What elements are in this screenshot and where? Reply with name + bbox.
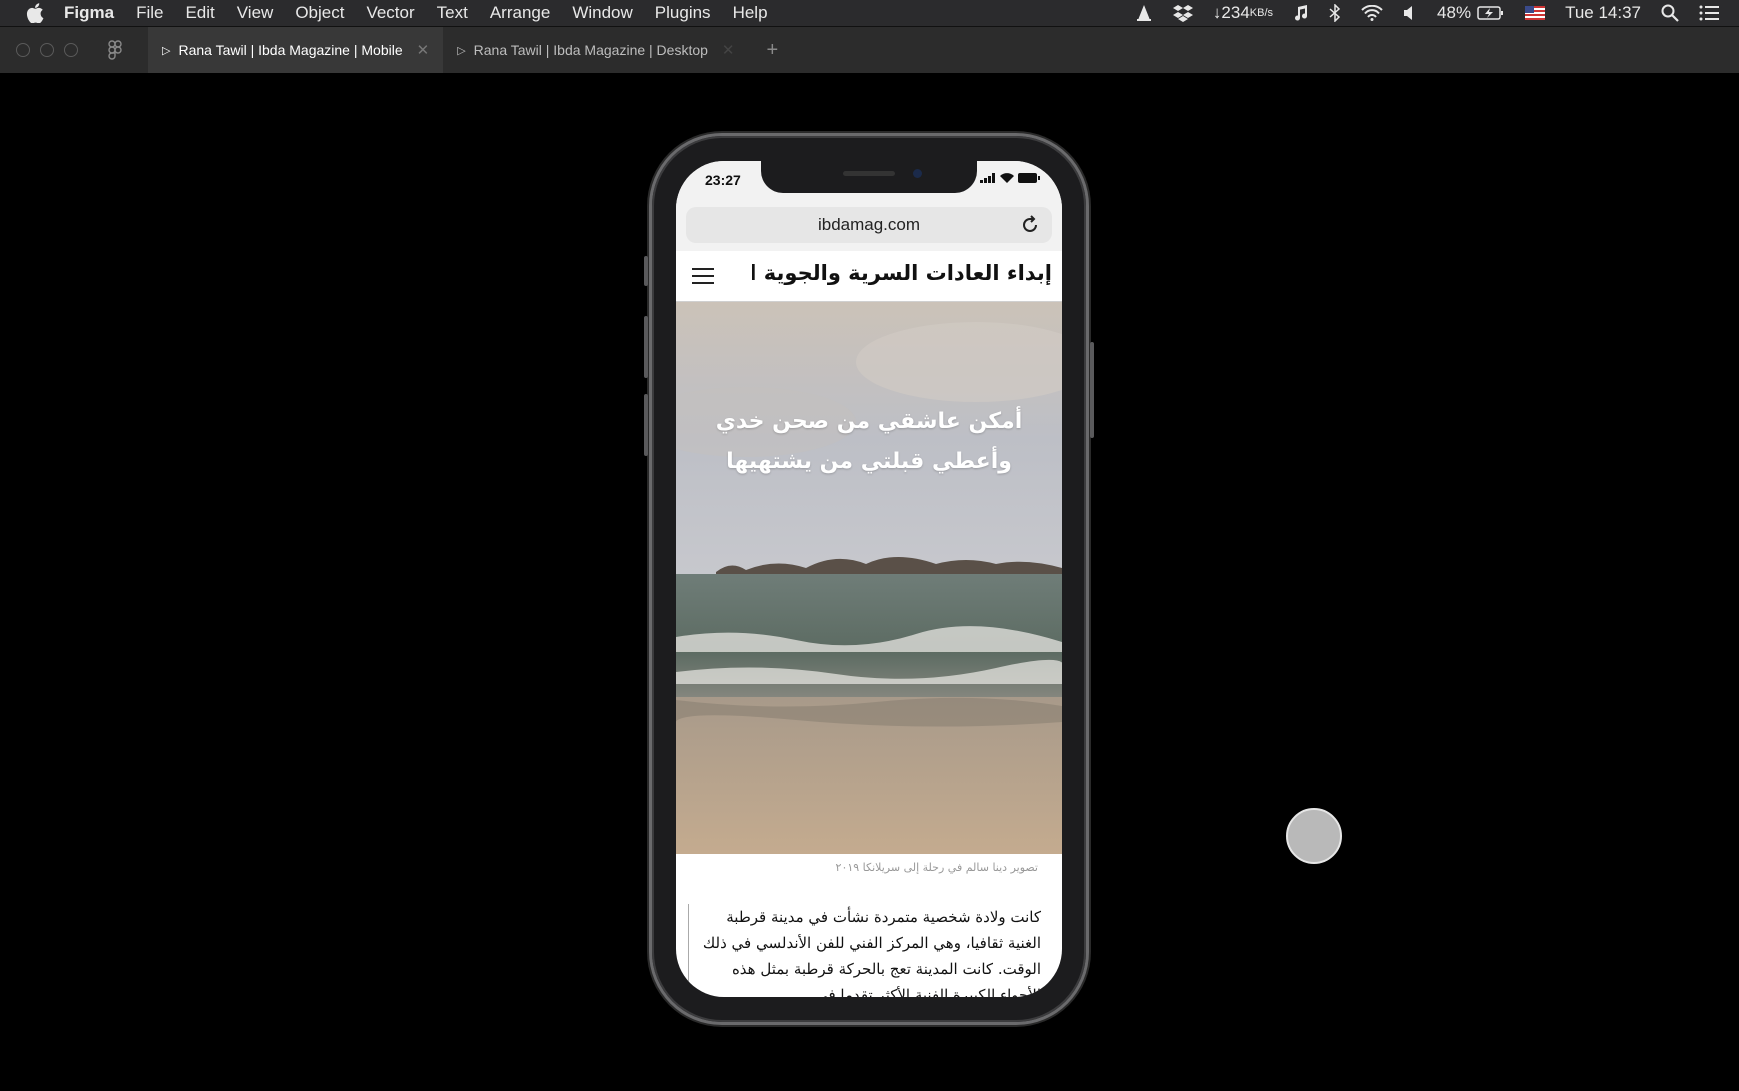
hero-line-1: أمكن عاشقي من صحن خدي xyxy=(715,409,1023,434)
macos-menu-bar: Figma File Edit View Object Vector Text … xyxy=(0,0,1739,27)
prototype-cursor xyxy=(1286,808,1342,864)
status-icons xyxy=(976,173,1040,183)
phone-time: 23:27 xyxy=(705,172,741,188)
tab-desktop-prototype[interactable]: ▷ Rana Tawil | Ibda Magazine | Desktop ✕ xyxy=(443,27,748,73)
notification-center-icon[interactable] xyxy=(1699,5,1719,21)
bluetooth-icon[interactable] xyxy=(1329,4,1341,22)
phone-wifi-icon xyxy=(1000,173,1014,183)
play-icon: ▷ xyxy=(162,44,171,57)
network-speed-value: ↓234 xyxy=(1212,3,1250,22)
close-window-button[interactable] xyxy=(16,43,30,57)
menu-file[interactable]: File xyxy=(136,3,163,23)
tab-desktop-label: Rana Tawil | Ibda Magazine | Desktop xyxy=(473,42,708,58)
site-header: إبداء العادات السرية والجوية الخفية xyxy=(676,251,1062,303)
phone-battery-icon xyxy=(1018,173,1040,183)
site-logo[interactable]: إبداء العادات السرية والجوية الخفية xyxy=(752,261,1052,285)
close-tab-icon[interactable]: ✕ xyxy=(722,41,735,59)
menu-app-name[interactable]: Figma xyxy=(64,3,114,23)
phone-notch xyxy=(761,161,977,193)
wifi-icon[interactable] xyxy=(1361,5,1383,21)
battery-percent: 48% xyxy=(1437,3,1472,22)
tab-mobile-label: Rana Tawil | Ibda Magazine | Mobile xyxy=(178,42,403,58)
hero-poem: أمكن عاشقي من صحن خدي وأعطي قبلتي من يشت… xyxy=(676,402,1062,482)
front-camera xyxy=(913,169,922,178)
battery-charging-icon xyxy=(1477,6,1504,20)
vlc-cone-icon[interactable] xyxy=(1135,4,1153,22)
power-button xyxy=(1090,342,1094,438)
address-bar[interactable]: ibdamag.com xyxy=(686,207,1052,243)
figma-tab-bar: ▷ Rana Tawil | Ibda Magazine | Mobile ✕ … xyxy=(0,27,1739,73)
menu-edit[interactable]: Edit xyxy=(185,3,214,23)
browser-chrome: ibdamag.com xyxy=(676,201,1062,251)
menu-text[interactable]: Text xyxy=(437,3,468,23)
figma-logo-icon[interactable] xyxy=(108,39,126,61)
photo-caption: تصوير دينا سالم في رحلة إلى سريلانكا ٢٠١… xyxy=(835,861,1038,874)
clock[interactable]: Tue 14:37 xyxy=(1565,3,1641,23)
phone-screen: 23:27 ibdamag.com إبداء العادات السرية و… xyxy=(676,161,1062,997)
minimize-window-button[interactable] xyxy=(40,43,54,57)
mute-switch xyxy=(644,256,648,286)
network-speed-unit: KB/s xyxy=(1249,7,1274,19)
tab-mobile-prototype[interactable]: ▷ Rana Tawil | Ibda Magazine | Mobile ✕ xyxy=(148,27,444,73)
url-text: ibdamag.com xyxy=(817,215,921,234)
menu-help[interactable]: Help xyxy=(733,3,768,23)
iphone-frame: 23:27 ibdamag.com إبداء العادات السرية و… xyxy=(644,136,1094,1022)
volume-down-button xyxy=(644,394,648,456)
menu-plugins[interactable]: Plugins xyxy=(655,3,711,23)
hero-image: أمكن عاشقي من صحن خدي وأعطي قبلتي من يشت… xyxy=(676,302,1062,854)
music-note-icon[interactable] xyxy=(1293,4,1309,22)
play-icon: ▷ xyxy=(457,44,466,57)
menu-vector[interactable]: Vector xyxy=(366,3,414,23)
dropbox-icon[interactable] xyxy=(1172,4,1193,22)
us-flag-icon[interactable] xyxy=(1525,6,1546,20)
zoom-window-button[interactable] xyxy=(64,43,78,57)
close-tab-icon[interactable]: ✕ xyxy=(417,41,430,59)
reload-icon[interactable] xyxy=(1020,215,1040,235)
hero-line-2: وأعطي قبلتي من يشتهيها xyxy=(726,449,1012,474)
window-controls xyxy=(16,43,88,57)
battery-status[interactable]: 48% xyxy=(1437,3,1505,23)
new-tab-plus-icon[interactable]: + xyxy=(767,39,779,62)
volume-icon[interactable] xyxy=(1403,5,1417,21)
menu-view[interactable]: View xyxy=(237,3,274,23)
menu-object[interactable]: Object xyxy=(295,3,344,23)
menu-window[interactable]: Window xyxy=(572,3,632,23)
hamburger-menu-icon[interactable] xyxy=(692,268,714,284)
earpiece-speaker xyxy=(843,171,895,176)
article-body: كانت ولادة شخصية متمردة نشأت في مدينة قر… xyxy=(688,904,1051,997)
spotlight-search-icon[interactable] xyxy=(1661,4,1679,22)
apple-menu-icon[interactable] xyxy=(24,2,46,24)
menu-arrange[interactable]: Arrange xyxy=(490,3,550,23)
cellular-signal-icon xyxy=(980,173,995,183)
network-speed[interactable]: ↓234 KB/s xyxy=(1213,3,1273,23)
volume-up-button xyxy=(644,316,648,378)
